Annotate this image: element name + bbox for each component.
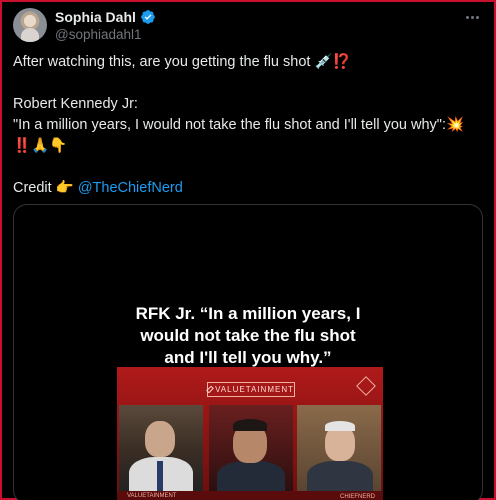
point-right-icon: 👉 — [55, 180, 74, 196]
video-panel-right — [297, 405, 381, 491]
more-options-icon[interactable] — [461, 8, 483, 26]
video-panel-center — [209, 405, 293, 491]
post-text: After watching this, are you getting the… — [13, 52, 481, 199]
post-speaker: Robert Kennedy Jr: — [13, 96, 138, 112]
collision-icon: 💥 — [445, 117, 465, 133]
post-quote: "In a million years, I would not take th… — [13, 117, 446, 133]
credit-link[interactable]: @TheChiefNerd — [78, 180, 183, 196]
verified-badge-icon — [141, 10, 155, 24]
avatar[interactable] — [13, 8, 47, 42]
video-caption: RFK Jr. “In a million years, I would not… — [14, 303, 482, 369]
caption-line-1: RFK Jr. “In a million years, I — [135, 304, 361, 323]
credit-label: Credit — [13, 180, 52, 196]
video-card[interactable]: RFK Jr. “In a million years, I would not… — [13, 204, 483, 500]
post-credit-line: Credit 👉 @TheChiefNerd — [13, 178, 481, 199]
video-panel-left — [119, 405, 203, 491]
brand-badge-icon — [356, 376, 376, 396]
footer-brand: VALUETAINMENT — [127, 493, 177, 499]
post-emoji-line: ‼️🙏👇 — [13, 136, 481, 157]
syringe-icon: 💉 — [314, 54, 333, 70]
point-down-icon: 👇 — [49, 138, 68, 154]
folded-hands-icon: 🙏 — [31, 138, 50, 154]
post-question: After watching this, are you getting the… — [13, 54, 311, 70]
post-header: Sophia Dahl @sophiadahl1 — [13, 8, 483, 44]
brand-logo-icon — [206, 385, 214, 394]
author-handle[interactable]: @sophiadahl1 — [55, 27, 142, 42]
brand-label: VALUETAINMENT — [206, 382, 295, 397]
double-exclamation-icon: ‼️ — [13, 138, 32, 154]
caption-line-3: and I'll tell you why.” — [164, 348, 332, 367]
brand-text: VALUETAINMENT — [215, 385, 294, 394]
video-thumbnail[interactable]: VALUETAINMENT VALUETAINMENT CHIEFNERD — [117, 367, 383, 500]
caption-line-2: would not take the flu shot — [140, 326, 356, 345]
author-name[interactable]: Sophia Dahl — [55, 9, 136, 25]
post-line-1: After watching this, are you getting the… — [13, 52, 481, 73]
post-quote-line: "In a million years, I would not take th… — [13, 115, 481, 136]
interrobang-icon: ⁉️ — [332, 54, 351, 70]
author-row: Sophia Dahl — [55, 9, 156, 25]
footer-credit: CHIEFNERD — [339, 494, 375, 500]
